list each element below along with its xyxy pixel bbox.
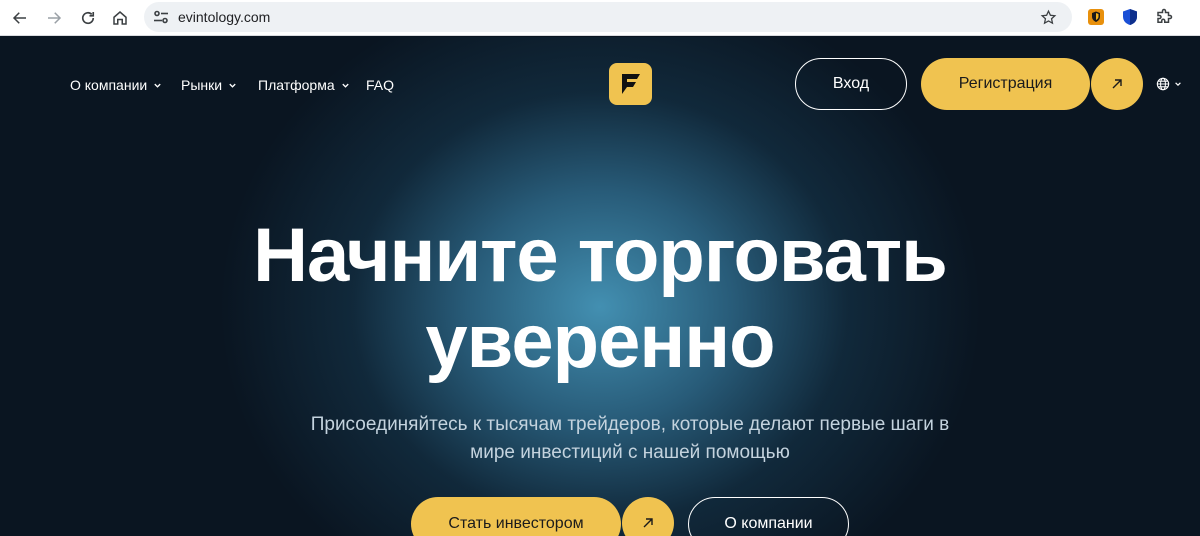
browser-toolbar: evintology.com xyxy=(0,0,1200,36)
address-bar[interactable]: evintology.com xyxy=(144,2,1072,32)
tune-icon xyxy=(154,10,168,24)
reload-icon xyxy=(81,11,95,25)
chevron-down-icon xyxy=(154,83,161,88)
globe-icon xyxy=(1156,77,1170,91)
forward-button[interactable] xyxy=(42,6,66,30)
language-switcher[interactable] xyxy=(1156,77,1182,91)
bookmark-button[interactable] xyxy=(1038,7,1058,27)
chevron-down-icon xyxy=(1175,82,1181,87)
back-button[interactable] xyxy=(8,6,32,30)
logo-mark-icon xyxy=(621,74,640,94)
arrow-right-icon xyxy=(48,12,62,24)
nav-item-faq[interactable]: FAQ xyxy=(366,77,394,93)
puzzle-icon xyxy=(1157,8,1173,23)
logo[interactable] xyxy=(609,63,652,105)
hero-section: О компании Рынки Платформа FAQ Вход Реги… xyxy=(0,37,1200,536)
headline-line-1: Начните торговать xyxy=(253,213,948,298)
nav-item-label: Рынки xyxy=(181,77,223,93)
become-investor-button[interactable]: Стать инвестором xyxy=(411,497,621,536)
register-button[interactable]: Регистрация xyxy=(921,58,1090,110)
url-text: evintology.com xyxy=(178,9,271,25)
subtitle-line-2: мире инвестиций с нашей помощью xyxy=(470,442,790,463)
nav-item-markets[interactable]: Рынки xyxy=(181,77,237,93)
shield-extension-icon xyxy=(1088,9,1104,25)
nav-item-platform[interactable]: Платформа xyxy=(258,77,350,93)
hero-subtitle: Присоединяйтесь к тысячам трейдеров, кот… xyxy=(300,411,960,467)
extensions-button[interactable] xyxy=(1154,7,1174,27)
nav-item-company[interactable]: О компании xyxy=(70,77,162,93)
home-button[interactable] xyxy=(108,6,132,30)
headline-line-2: уверенно xyxy=(425,299,775,384)
chevron-down-icon xyxy=(229,83,236,88)
register-arrow-button[interactable] xyxy=(1091,58,1143,110)
site-header: О компании Рынки Платформа FAQ Вход Реги… xyxy=(0,37,1200,133)
login-button[interactable]: Вход xyxy=(795,58,907,110)
nav-item-label: FAQ xyxy=(366,77,395,93)
star-icon xyxy=(1040,9,1056,24)
shield-extension-button[interactable] xyxy=(1086,7,1106,27)
arrow-up-right-icon xyxy=(1112,79,1122,89)
ublock-button[interactable] xyxy=(1120,7,1140,27)
ublock-icon xyxy=(1123,9,1137,25)
about-company-button[interactable]: О компании xyxy=(688,497,849,536)
site-info-button[interactable] xyxy=(152,8,170,26)
become-investor-arrow-button[interactable] xyxy=(622,497,674,536)
nav-item-label: О компании xyxy=(70,77,148,93)
nav-item-label: Платформа xyxy=(258,77,335,93)
home-icon xyxy=(113,11,127,25)
chevron-down-icon xyxy=(341,83,349,88)
arrow-left-icon xyxy=(12,12,26,24)
hero-headline: Начните торговать уверенно xyxy=(0,213,1200,385)
reload-button[interactable] xyxy=(76,6,100,30)
subtitle-line-1: Присоединяйтесь к тысячам трейдеров, кот… xyxy=(310,414,950,435)
arrow-up-right-icon xyxy=(643,518,653,528)
